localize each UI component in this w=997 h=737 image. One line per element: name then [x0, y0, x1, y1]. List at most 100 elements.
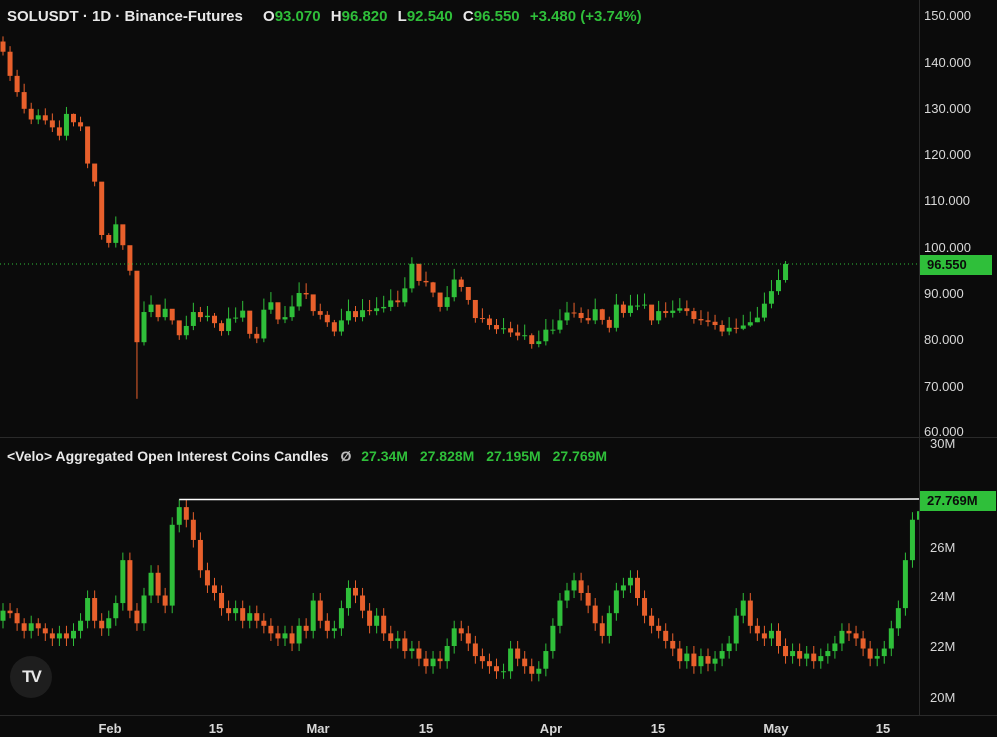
price-chart-pane[interactable]: SOLUSDT · 1D · Binance-Futures O93.070 H…	[0, 0, 919, 437]
candle	[134, 270, 140, 399]
candle	[592, 298, 598, 325]
candle-body	[790, 651, 796, 657]
tradingview-logo-icon[interactable]: TV	[10, 656, 52, 698]
time-axis-label: May	[763, 721, 789, 736]
candle	[726, 635, 732, 659]
candle	[254, 605, 260, 629]
candle	[324, 311, 330, 327]
candle-body	[49, 633, 55, 639]
candle	[444, 638, 450, 669]
candle-body	[367, 310, 373, 312]
candle-body	[895, 608, 901, 629]
candle	[754, 618, 760, 641]
candle-body	[141, 595, 147, 624]
candle	[190, 302, 196, 331]
candle	[63, 625, 69, 646]
candle	[99, 613, 105, 636]
time-axis-label: 15	[208, 721, 224, 736]
candle-body	[240, 608, 246, 621]
candle-body	[212, 585, 217, 593]
candle-body	[529, 335, 535, 345]
candle	[226, 307, 232, 336]
candle-body	[550, 625, 556, 652]
candle-body	[698, 656, 704, 667]
candle-body	[0, 41, 6, 52]
candle-body	[613, 590, 619, 614]
candle	[550, 618, 556, 659]
candle	[691, 307, 697, 324]
candle-body	[430, 658, 436, 667]
candle-body	[7, 51, 13, 76]
candle-body	[247, 613, 253, 621]
candle	[261, 298, 267, 343]
candle	[275, 302, 281, 325]
candle-body	[127, 560, 133, 611]
candle-body	[733, 615, 739, 644]
price-axis-label: 80.000	[924, 332, 964, 347]
candle-body	[113, 603, 119, 619]
candle-body	[99, 181, 105, 236]
time-axis-label: 15	[418, 721, 434, 736]
candle-body	[367, 610, 373, 626]
candle-body	[134, 610, 140, 624]
oi-indicator-title[interactable]: <Velo> Aggregated Open Interest Coins Ca…	[7, 448, 329, 464]
candle	[486, 314, 492, 330]
candle-body	[740, 325, 746, 329]
oi-low-value: 27.195M	[486, 448, 541, 464]
candle	[226, 600, 232, 621]
time-axis-label: Apr	[539, 721, 563, 736]
candle-body	[571, 580, 577, 591]
price-chart-svg[interactable]	[0, 0, 919, 437]
candle-body	[656, 625, 662, 631]
symbol-title[interactable]: SOLUSDT · 1D · Binance-Futures	[7, 8, 243, 25]
candle-body	[197, 539, 203, 571]
candle	[310, 294, 316, 316]
candle	[909, 512, 915, 568]
candle-body	[42, 628, 48, 634]
candle	[472, 299, 478, 323]
candle-body	[670, 640, 676, 649]
candle	[761, 292, 767, 322]
candle	[367, 603, 373, 634]
candle	[148, 295, 154, 318]
low-value: 92.540	[406, 8, 453, 25]
candle	[839, 623, 845, 652]
candle-body	[754, 317, 760, 323]
candle-body	[599, 623, 605, 636]
oi-hidden-icon[interactable]: Ø	[340, 448, 351, 464]
candle	[233, 600, 239, 621]
open-interest-chart-svg[interactable]	[0, 438, 919, 715]
candle	[78, 116, 84, 132]
candle	[85, 126, 91, 169]
candle	[381, 608, 387, 641]
candle-body	[797, 651, 803, 659]
candle-body	[592, 605, 598, 624]
candle-body	[874, 656, 880, 659]
candle	[613, 293, 619, 332]
candle	[479, 648, 485, 669]
oi-axis-label: 30M	[930, 436, 956, 451]
candle	[550, 319, 556, 335]
candle-body	[684, 653, 690, 662]
candle	[282, 306, 288, 324]
candle-body	[71, 113, 76, 123]
horizontal-ray-line[interactable]	[179, 498, 919, 501]
candle	[240, 600, 246, 629]
pane-divider[interactable]	[0, 437, 997, 438]
candle-body	[754, 625, 760, 634]
candle	[7, 603, 13, 619]
candle	[719, 643, 725, 667]
candle	[56, 120, 62, 141]
candle	[825, 643, 831, 664]
open-interest-pane[interactable]: <Velo> Aggregated Open Interest Coins Ca…	[0, 438, 919, 715]
candle	[691, 646, 697, 674]
candle-body	[197, 312, 203, 318]
candle	[176, 499, 182, 533]
candle-body	[7, 610, 13, 614]
candle	[106, 610, 112, 636]
candle	[458, 620, 464, 641]
candle-body	[63, 633, 69, 639]
candle	[338, 600, 344, 636]
candle	[331, 319, 337, 337]
candle-body	[162, 308, 168, 318]
